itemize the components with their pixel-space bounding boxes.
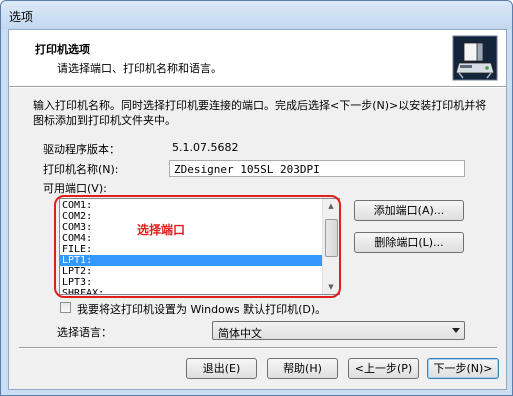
title-bar[interactable]: 选项 — [1, 1, 512, 29]
delete-port-button[interactable]: 删除端口(L)... — [354, 232, 464, 253]
help-button[interactable]: 帮助(H) — [267, 358, 338, 379]
available-ports-label: 可用端口(V): — [43, 182, 107, 195]
driver-version-value: 5.1.07.5682 — [172, 141, 239, 154]
port-list-item[interactable]: FILE: — [60, 244, 323, 255]
dialog-client: 打印机选项 请选择端口、打印机名称和语言。 输入打印机名称。同时选择打印机要连接… — [8, 29, 507, 390]
port-list-item[interactable]: LPT1: — [60, 255, 323, 266]
scroll-up-icon[interactable]: ▲ — [323, 199, 339, 213]
printer-icon — [452, 35, 498, 81]
scroll-thumb[interactable] — [325, 219, 338, 257]
port-list-item[interactable]: LPT3: — [60, 277, 323, 288]
port-items: COM1: COM2: COM3: COM4: FILE: LPT1: LPT2: LPT3:… — [60, 200, 323, 294]
port-list-item[interactable]: COM2: — [60, 211, 323, 222]
driver-version-label: 驱动程序版本： — [43, 143, 120, 156]
wizard-header: 打印机选项 请选择端口、打印机名称和语言。 — [9, 30, 506, 86]
printer-name-input[interactable]: ZDesigner 105SL 203DPI — [169, 160, 465, 177]
language-label: 选择语言： — [57, 326, 112, 339]
add-port-button[interactable]: 添加端口(A)... — [354, 200, 464, 221]
chevron-down-icon — [452, 328, 460, 333]
header-subtitle: 请选择端口、打印机名称和语言。 — [57, 62, 222, 75]
port-list-item[interactable]: COM1: — [60, 200, 323, 211]
footer-divider — [19, 347, 497, 349]
exit-button[interactable]: 退出(E) — [186, 358, 257, 379]
window-title: 选项 — [9, 10, 34, 24]
printer-name-label: 打印机名称(N): — [43, 163, 119, 176]
port-list-item[interactable]: COM3: — [60, 222, 323, 233]
port-listbox[interactable]: COM1: COM2: COM3: COM4: FILE: LPT1: LPT2: LPT3:… — [59, 198, 340, 295]
header-title: 打印机选项 — [35, 43, 90, 56]
annotation-label: 选择端口 — [137, 223, 186, 237]
default-printer-label: 我要将这打印机设置为 Windows 默认打印机(D)。 — [77, 303, 327, 316]
port-list-item[interactable]: COM4: — [60, 233, 323, 244]
next-button[interactable]: 下一步(N)> — [427, 358, 499, 379]
back-button[interactable]: <上一步(P) — [348, 358, 419, 379]
scroll-down-icon[interactable]: ▼ — [323, 280, 339, 294]
instruction-text: 输入打印机名称。同时选择打印机要连接的端口。完成后选择<下一步(N)>以安装打印… — [33, 99, 487, 127]
port-list-scrollbar[interactable]: ▲ ▼ — [322, 199, 339, 294]
language-value: 简体中文 — [218, 327, 262, 340]
language-select[interactable]: 简体中文 — [212, 321, 465, 340]
default-printer-checkbox[interactable] — [60, 302, 71, 313]
dialog-window: 选项 打印机选项 请选择端口、打印机名称和语言。 输入打印机名称。同时选择打印机… — [0, 0, 513, 396]
header-divider — [9, 86, 506, 88]
port-list-item[interactable]: LPT2: — [60, 266, 323, 277]
port-list-item[interactable]: SHRFAX: — [60, 288, 323, 294]
